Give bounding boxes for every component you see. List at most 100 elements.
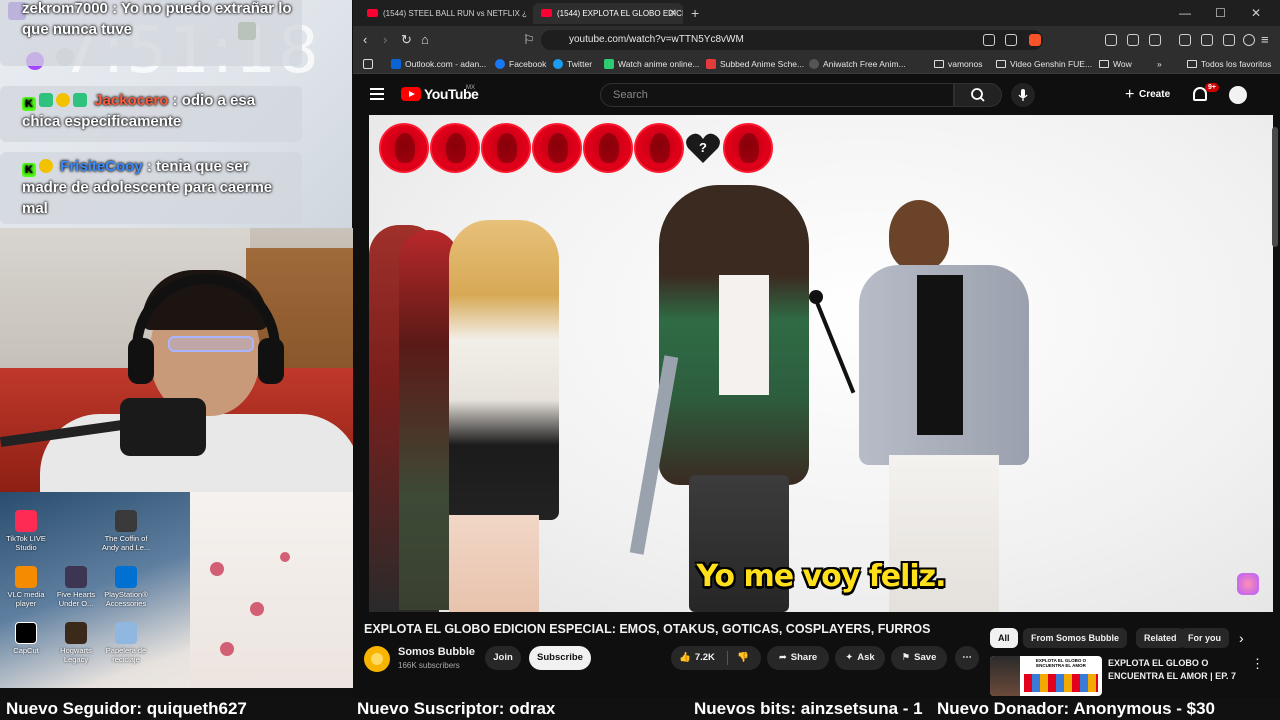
video-player[interactable]: ? Yo me voy feliz.	[369, 115, 1273, 612]
share-icon[interactable]	[1005, 34, 1017, 46]
channel-subscribers: 166K subscribers	[398, 661, 460, 670]
interviewer-hair	[889, 200, 949, 270]
extension-icon[interactable]	[1127, 34, 1139, 46]
chat-username: zekrom7000	[22, 0, 108, 17]
chip-for-you[interactable]: For you	[1180, 628, 1229, 648]
chat-message: K FrisiteCooy : tenia que ser madre de a…	[0, 152, 302, 224]
voice-search-button[interactable]	[1011, 83, 1035, 107]
new-tab-icon[interactable]: +	[691, 3, 699, 23]
search-button[interactable]	[954, 83, 1002, 107]
brave-shield-icon[interactable]	[1029, 34, 1041, 46]
bookmark-subbed-anime[interactable]: Subbed Anime Sche...	[706, 57, 804, 71]
streamer-glasses	[168, 336, 254, 352]
bookmark-folder-vamonos[interactable]: vamonos	[934, 57, 983, 71]
bookmark-label: Aniwatch Free Anim...	[823, 59, 906, 69]
account-avatar[interactable]	[1229, 86, 1247, 104]
like-count[interactable]: 7.2K	[695, 652, 715, 663]
join-label: Join	[493, 652, 513, 663]
recommendation-thumbnail[interactable]: EXPLOTA EL GLOBO O ENCUENTRA EL AMOR	[990, 656, 1102, 696]
browser-tab[interactable]: (1544) STEEL BALL RUN vs NETFLIX ¿	[359, 3, 529, 24]
bookmark-facebook[interactable]: Facebook	[495, 57, 546, 71]
join-button[interactable]: Join	[485, 646, 521, 670]
url-input[interactable]: youtube.com/watch?v=wTTN5Yc8vWM	[541, 30, 1043, 50]
desktop-icon[interactable]: Papelera de reciclaje	[100, 622, 152, 664]
kick-badge-icon: K	[22, 163, 36, 177]
sub-badge-icon	[39, 93, 53, 107]
all-bookmarks[interactable]: Todos los favoritos	[1187, 57, 1271, 71]
kick-badge-icon: K	[22, 97, 36, 111]
page-scrollbar[interactable]	[1272, 115, 1278, 695]
extension-icon[interactable]	[1149, 34, 1161, 46]
ask-label: Ask	[857, 652, 875, 663]
desktop-wallpaper: TikTok LIVE Studio The Coffin of Andy an…	[0, 492, 356, 688]
bookmark-aniwatch[interactable]: Aniwatch Free Anim...	[809, 57, 906, 71]
music-icon[interactable]	[1179, 34, 1191, 46]
share-label: Share	[790, 652, 818, 663]
desktop-icon[interactable]: The Coffin of Andy and Le...	[100, 510, 152, 552]
tab-label: (1544) STEEL BALL RUN vs NETFLIX ¿	[383, 9, 527, 18]
bookmark-folder-wow[interactable]: Wow	[1099, 57, 1132, 71]
more-actions-button[interactable]: ⋯	[955, 646, 979, 670]
install-icon[interactable]	[983, 34, 995, 46]
maximize-icon[interactable]: ☐	[1215, 4, 1226, 22]
microphone-icon	[1018, 89, 1028, 101]
save-button[interactable]: ⚑ Save	[891, 646, 947, 670]
url-text: youtube.com/watch?v=wTTN5Yc8vWM	[569, 34, 744, 45]
reload-icon[interactable]: ↻	[401, 31, 412, 49]
thumbs-up-icon[interactable]: 👍	[679, 646, 691, 670]
shield-icon[interactable]	[1243, 34, 1255, 46]
youtube-favicon-icon	[541, 9, 552, 17]
thumb-text: EXPLOTA EL GLOBO O ENCUENTRA EL AMOR	[1035, 658, 1087, 668]
bookmark-label: Todos los favoritos	[1201, 59, 1272, 69]
minimize-icon[interactable]: —	[1179, 4, 1191, 22]
wallet-icon[interactable]	[1201, 34, 1213, 46]
desktop-icon[interactable]: Five Hearts Under O...	[50, 566, 102, 608]
back-icon[interactable]: ‹	[363, 31, 367, 49]
chip-related[interactable]: Related	[1136, 628, 1185, 648]
youtube-logo-icon[interactable]	[401, 87, 421, 101]
search-input[interactable]: Search	[600, 83, 954, 107]
chip-all[interactable]: All	[990, 628, 1018, 648]
bookmark-icon[interactable]: ⚐	[523, 31, 535, 49]
menu-icon[interactable]: ≡	[1261, 31, 1269, 49]
youtube-favicon-icon	[367, 9, 378, 17]
more-vertical-icon[interactable]: ⋮	[1251, 656, 1264, 672]
recommendation-title[interactable]: EXPLOTA EL GLOBO O ENCUENTRA EL AMOR | E…	[1108, 657, 1243, 683]
forward-icon[interactable]: ›	[383, 31, 387, 49]
desktop-icon[interactable]: PlayStation® Accessories	[100, 566, 152, 608]
stream-chat-panel: 7:51:18 zekrom7000 : Yo no puedo extraña…	[0, 0, 352, 228]
channel-avatar[interactable]	[364, 646, 390, 672]
hamburger-menu-icon[interactable]	[370, 88, 384, 100]
bookmark-label: Outlook.com - adan...	[405, 59, 487, 69]
thumbs-down-icon[interactable]: 👎	[737, 646, 749, 670]
bookmark-anime[interactable]: Watch anime online...	[604, 57, 699, 71]
bookmark-outlook[interactable]: Outlook.com - adan...	[391, 57, 486, 71]
subscribe-button[interactable]: Subscribe	[529, 646, 591, 670]
close-window-icon[interactable]: ✕	[1251, 4, 1261, 22]
desktop-icon[interactable]: TikTok LIVE Studio	[0, 510, 52, 552]
share-button[interactable]: ➦ Share	[767, 646, 829, 670]
flower-decoration	[210, 562, 224, 576]
browser-tab-active[interactable]: (1544) EXPLOTA EL GLOBO EDICI ✕	[533, 3, 683, 24]
close-tab-icon[interactable]: ✕	[669, 3, 677, 24]
chat-username: Jackocero	[94, 92, 169, 109]
chevron-right-icon[interactable]: ›	[1239, 630, 1244, 646]
vpn-icon[interactable]	[1223, 34, 1235, 46]
more-bookmarks-icon[interactable]: »	[1157, 57, 1162, 71]
desktop-icon[interactable]: VLC media player	[0, 566, 52, 608]
desktop-icon[interactable]: Hogwarts Legacy	[50, 622, 102, 664]
channel-name[interactable]: Somos Bubble	[398, 646, 475, 658]
home-icon[interactable]: ⌂	[421, 31, 429, 49]
bookmark-label: Facebook	[509, 59, 547, 69]
contestant-portrait	[532, 123, 582, 173]
bookmark-twitter[interactable]: Twitter	[553, 57, 592, 71]
desktop-icon[interactable]: CapCut	[0, 622, 52, 655]
extension-icon[interactable]	[1105, 34, 1117, 46]
create-button[interactable]: + Create	[1121, 83, 1170, 107]
bookmark-label: Twitter	[567, 59, 593, 69]
ask-button[interactable]: ✦ Ask	[835, 646, 885, 670]
bookmark-folder-genshin[interactable]: Video Genshin FUE...	[996, 57, 1092, 71]
chip-from-channel[interactable]: From Somos Bubble	[1023, 628, 1128, 648]
scrollbar-thumb[interactable]	[1272, 127, 1278, 247]
coin-badge-icon	[39, 159, 53, 173]
